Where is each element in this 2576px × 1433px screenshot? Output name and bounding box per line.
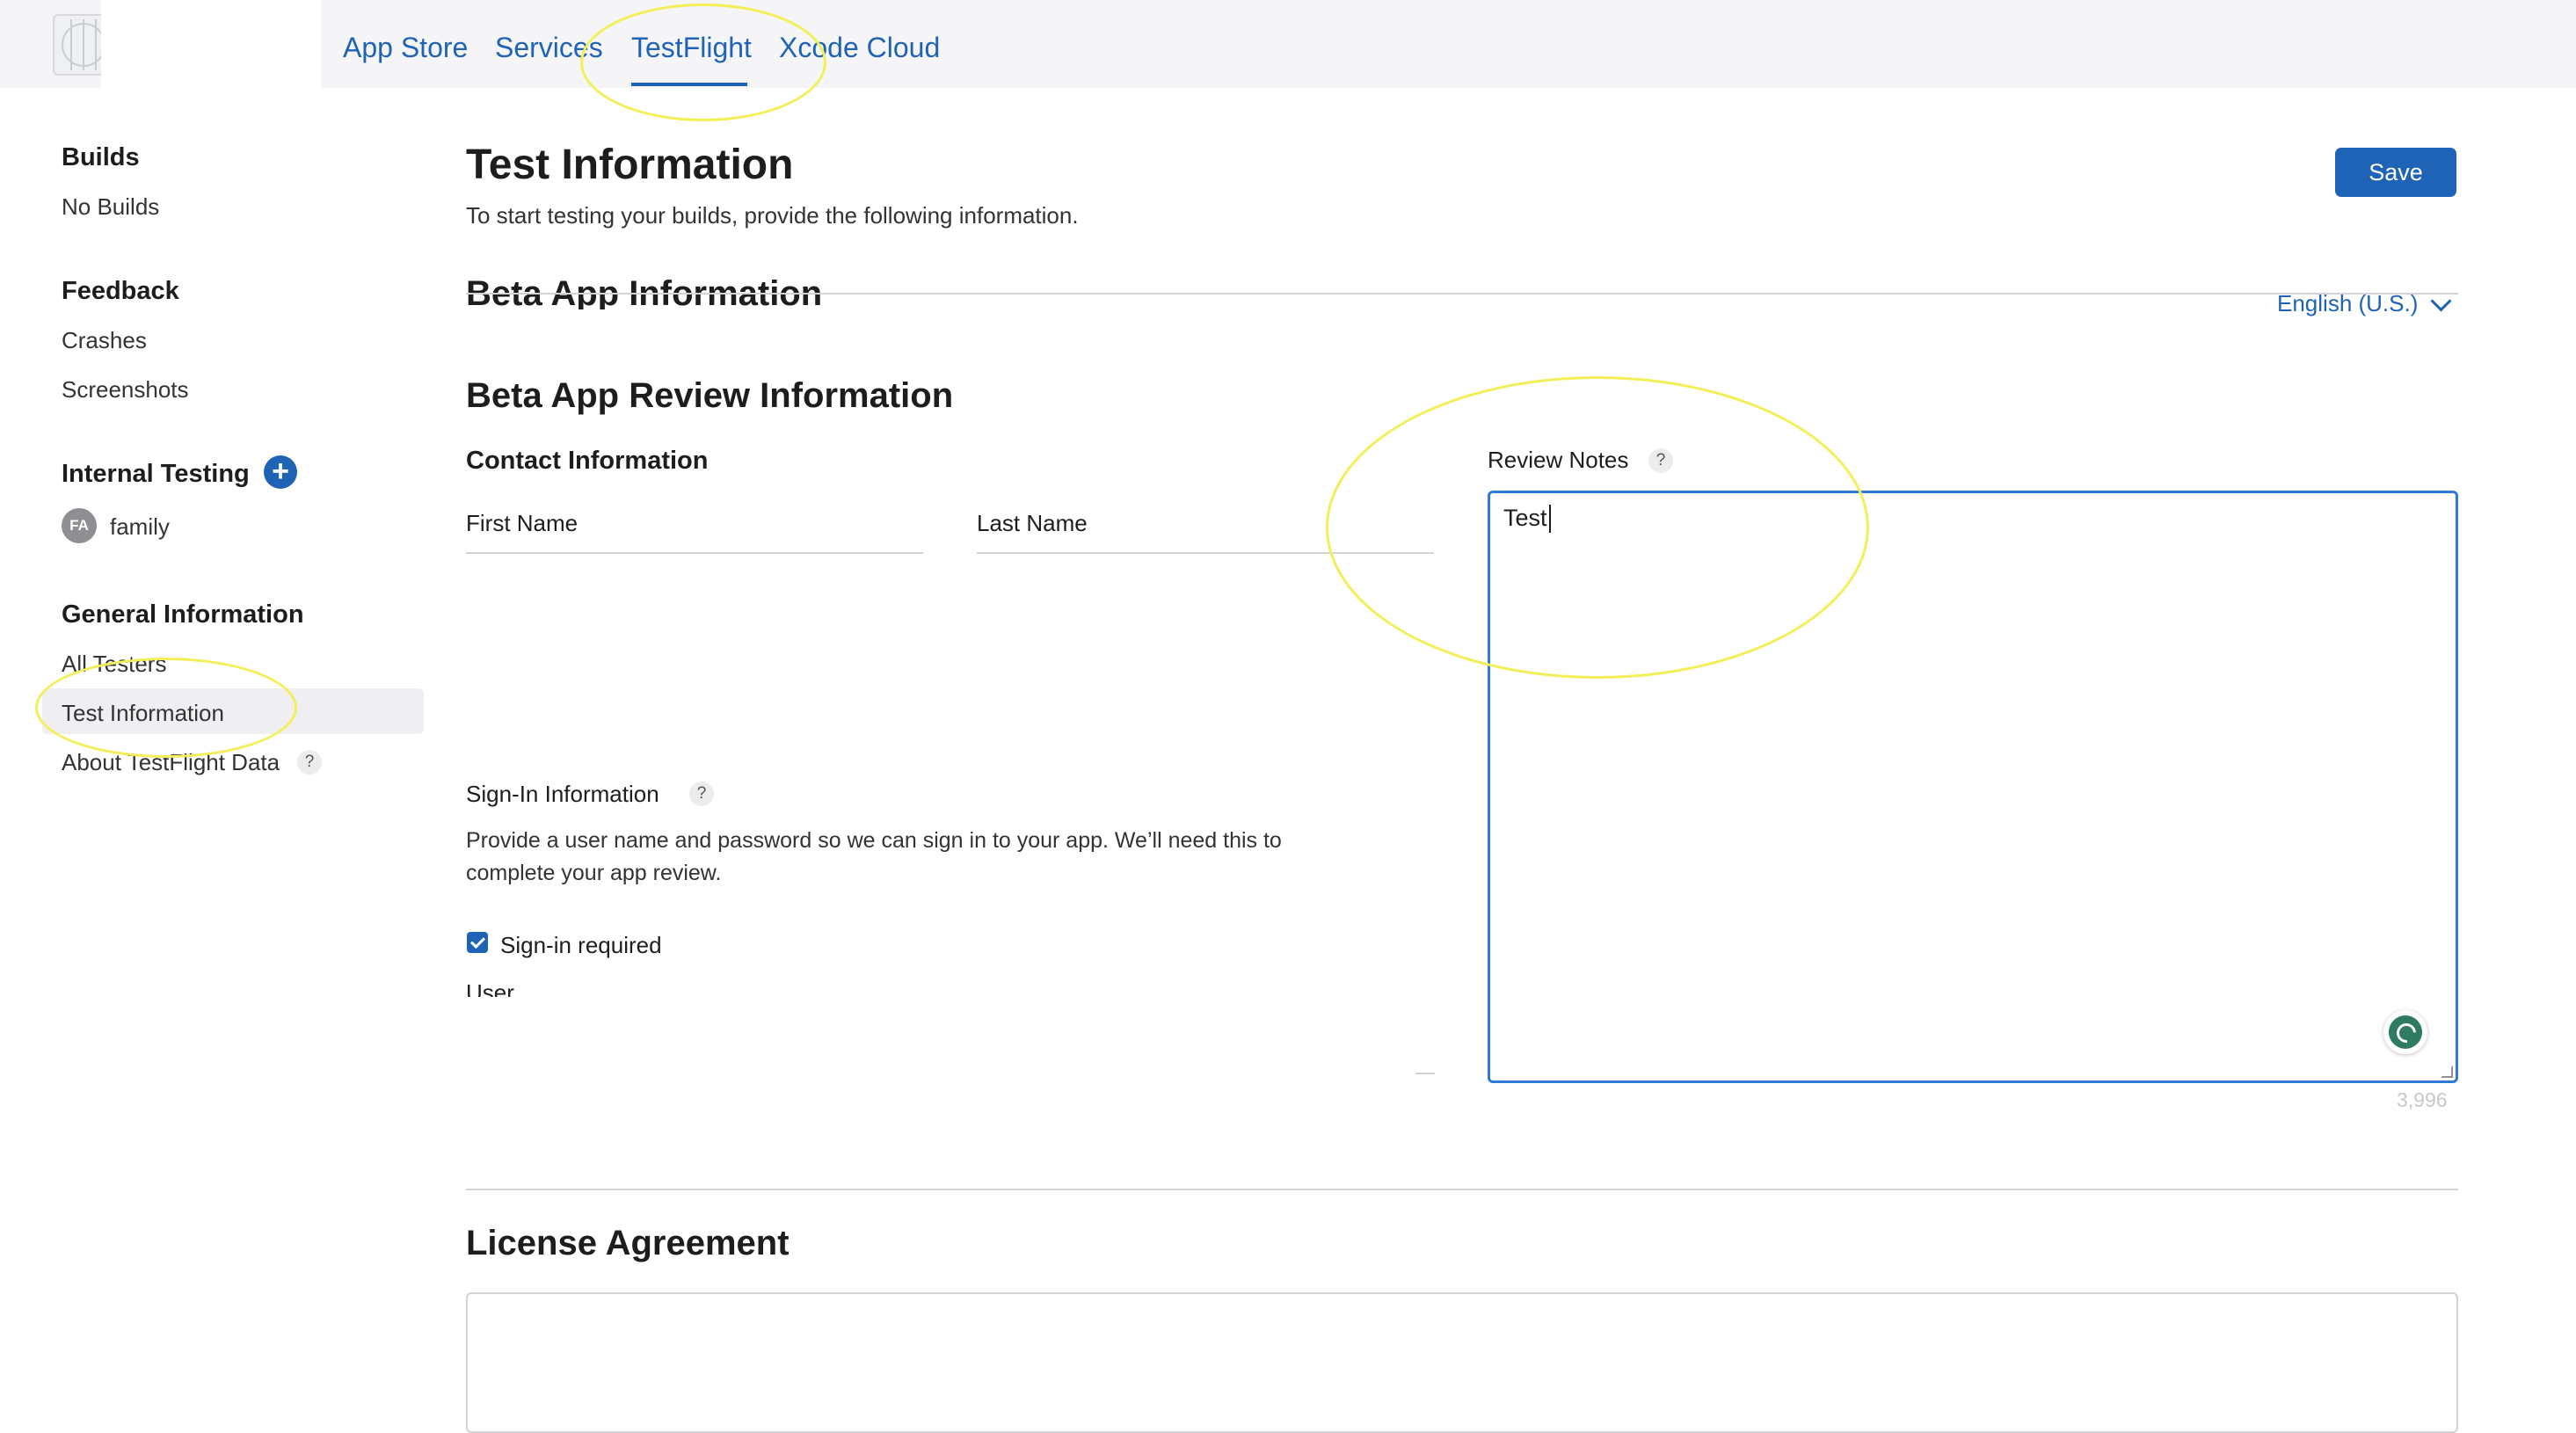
sign-in-required-checkbox[interactable] — [467, 932, 488, 953]
sidebar-heading-builds: Builds — [62, 143, 140, 171]
question-mark-icon[interactable]: ? — [1648, 448, 1673, 473]
username-label: User — [466, 979, 514, 997]
sidebar-item-all-testers[interactable]: All Testers — [62, 651, 166, 678]
sidebar-heading-general-information: General Information — [62, 600, 304, 629]
first-name-field[interactable] — [466, 552, 923, 554]
first-name-label: First Name — [466, 510, 579, 536]
sign-in-information-label: Sign-In Information — [466, 781, 659, 807]
tab-xcode-cloud[interactable]: Xcode Cloud — [779, 32, 940, 64]
sidebar-item-no-builds: No Builds — [62, 193, 160, 220]
review-notes-textarea[interactable] — [1488, 491, 2458, 1083]
username-label-clip: User — [466, 978, 571, 997]
sign-in-description: Provide a user name and password so we c… — [466, 828, 1282, 885]
license-agreement-textarea[interactable] — [466, 1292, 2458, 1433]
page-title: Test Information — [466, 142, 794, 188]
section-divider — [466, 293, 2458, 295]
beta-app-information-heading-clip: Beta App Information — [466, 264, 1521, 309]
group-avatar: FA — [62, 508, 97, 543]
tab-services[interactable]: Services — [495, 32, 603, 64]
tab-app-store[interactable]: App Store — [343, 32, 468, 64]
username-field-edge — [1415, 1073, 1435, 1074]
sidebar-item-family[interactable]: family — [110, 513, 170, 541]
save-button[interactable]: Save — [2335, 148, 2456, 197]
add-group-plus-icon[interactable]: + — [264, 455, 297, 489]
app-name-area — [101, 0, 321, 88]
grammar-assistant-icon[interactable] — [2383, 1010, 2427, 1054]
tab-testflight[interactable]: TestFlight — [631, 32, 752, 64]
last-name-label: Last Name — [977, 510, 1088, 536]
active-tab-indicator — [631, 83, 747, 86]
language-select[interactable]: English (U.S.) — [2277, 290, 2418, 317]
review-information-heading: Beta App Review Information — [466, 376, 954, 415]
question-mark-icon[interactable]: ? — [297, 750, 322, 775]
contact-information-heading: Contact Information — [466, 447, 709, 475]
page-subtitle: To start testing your builds, provide th… — [466, 202, 1079, 229]
license-agreement-heading: License Agreement — [466, 1224, 790, 1262]
beta-app-information-heading: Beta App Information — [466, 274, 823, 309]
sidebar-item-screenshots[interactable]: Screenshots — [62, 376, 189, 404]
sidebar-heading-feedback: Feedback — [62, 277, 179, 305]
sidebar-item-about-testflight-data[interactable]: About TestFlight Data — [62, 749, 280, 776]
last-name-field[interactable] — [977, 552, 1434, 554]
sign-in-required-label: Sign-in required — [500, 932, 662, 958]
review-notes-value: Test — [1503, 505, 1547, 531]
question-mark-icon[interactable]: ? — [689, 782, 714, 806]
sidebar-heading-internal-testing: Internal Testing — [62, 460, 250, 488]
text-caret — [1549, 505, 1551, 533]
sidebar-item-test-information[interactable]: Test Information — [62, 700, 224, 727]
sidebar-item-crashes[interactable]: Crashes — [62, 327, 147, 354]
review-notes-label: Review Notes — [1488, 447, 1629, 473]
character-count: 3,996 — [2397, 1088, 2448, 1111]
section-divider — [466, 1189, 2458, 1190]
